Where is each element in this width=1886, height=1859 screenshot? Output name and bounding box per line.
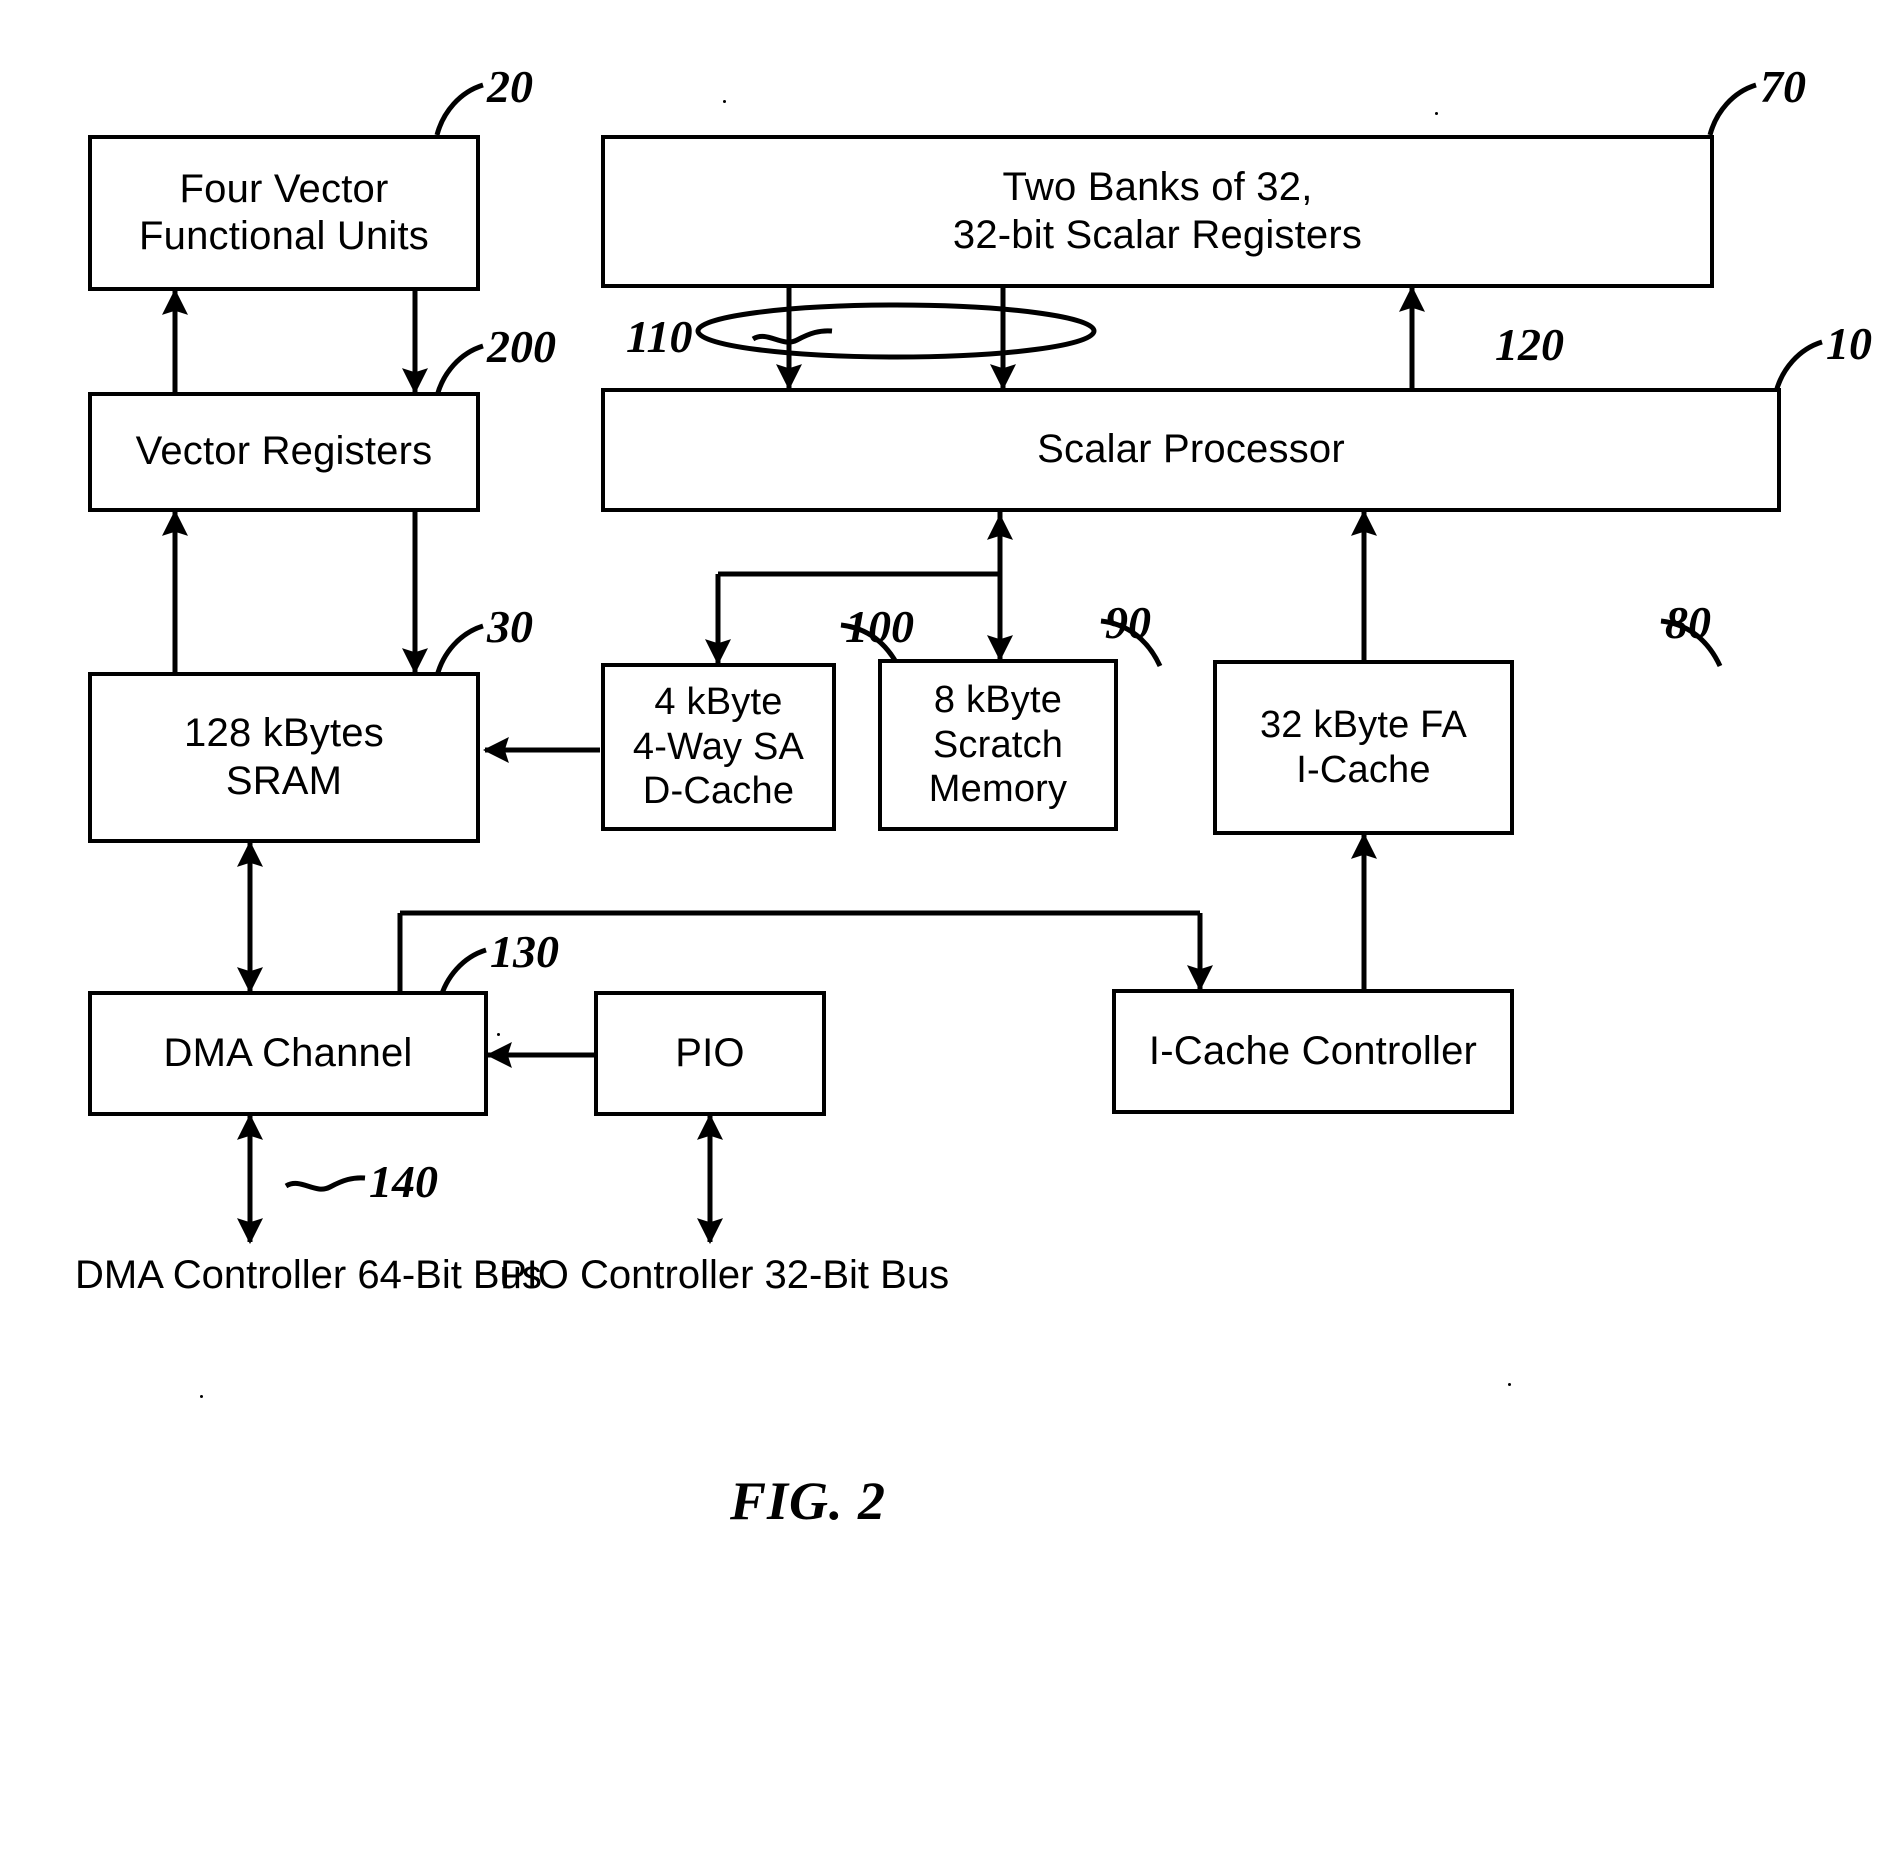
block-label-line: PIO: [675, 1030, 745, 1075]
refnum-80: 80: [1665, 597, 1711, 648]
refnum-20: 20: [487, 61, 533, 112]
leader-70: [1707, 82, 1757, 136]
block-sram: 128 kBytes SRAM: [88, 672, 480, 843]
block-label-line: 8 kByte: [933, 678, 1063, 721]
block-i-cache-controller: I-Cache Controller: [1112, 989, 1514, 1114]
refnum-100: 100: [845, 601, 914, 652]
block-label-line: Four Vector: [179, 166, 389, 211]
block-label-line: 4 kByte: [654, 680, 783, 723]
register-processor-bus-oval: [695, 302, 1097, 360]
block-label-line: I-Cache: [1296, 748, 1431, 791]
figure-canvas: Four Vector Functional Units Two Banks o…: [0, 0, 1886, 1859]
label-pio-controller-bus: PIO Controller 32-Bit Bus: [500, 1252, 949, 1299]
refnum-120: 120: [1495, 319, 1564, 370]
leader-110: [751, 328, 833, 345]
block-label-line: I-Cache Controller: [1148, 1028, 1478, 1073]
refnum-90: 90: [1105, 597, 1151, 648]
block-scratch-memory: 8 kByte Scratch Memory: [878, 659, 1118, 831]
block-label-line: Vector Registers: [135, 429, 433, 474]
scan-speck: [497, 1033, 500, 1036]
external-label-line: 32-Bit Bus: [764, 1253, 950, 1297]
leader-10: [1773, 339, 1823, 393]
scan-speck: [200, 1395, 203, 1398]
block-label-line: 128 kBytes: [184, 711, 384, 756]
block-scalar-register-banks: Two Banks of 32, 32-bit Scalar Registers: [601, 135, 1714, 288]
scan-speck: [1508, 1383, 1511, 1386]
refnum-10: 10: [1826, 318, 1872, 369]
external-label-line: PIO Controller: [500, 1253, 754, 1297]
refnum-200: 200: [487, 321, 556, 372]
scan-speck: [723, 100, 726, 103]
leader-140: [284, 1175, 366, 1192]
block-vector-registers: Vector Registers: [88, 392, 480, 512]
block-vector-functional-units: Four Vector Functional Units: [88, 135, 480, 291]
block-label-line: Scratch: [932, 723, 1064, 766]
block-label-line: 32-bit Scalar Registers: [952, 212, 1363, 257]
refnum-140: 140: [369, 1156, 438, 1207]
external-label-line: DMA Controller: [75, 1253, 347, 1297]
block-pio: PIO: [594, 991, 826, 1116]
figure-label: FIG. 2: [730, 1471, 887, 1531]
block-label-line: DMA Channel: [163, 1030, 413, 1075]
leader-30: [434, 623, 484, 677]
block-d-cache: 4 kByte 4-Way SA D-Cache: [601, 663, 836, 831]
refnum-70: 70: [1760, 61, 1806, 112]
block-label-line: Scalar Processor: [1037, 427, 1345, 472]
block-label-line: Memory: [928, 768, 1068, 811]
refnum-30: 30: [487, 601, 533, 652]
block-dma-channel: DMA Channel: [88, 991, 488, 1116]
block-label-line: Functional Units: [139, 214, 429, 258]
scan-speck: [1435, 112, 1438, 115]
block-i-cache: 32 kByte FA I-Cache: [1213, 660, 1514, 835]
block-label-line: D-Cache: [642, 770, 795, 813]
block-label-line: 32 kByte FA: [1259, 703, 1468, 746]
block-label-line: Two Banks of 32,: [1002, 165, 1313, 210]
block-label-line: 4-Way SA: [632, 725, 805, 768]
leader-200: [434, 343, 484, 397]
refnum-130: 130: [490, 926, 559, 977]
block-scalar-processor: Scalar Processor: [601, 388, 1781, 512]
block-label-line: SRAM: [225, 758, 343, 803]
label-dma-controller-bus: DMA Controller 64-Bit Bus: [75, 1252, 542, 1299]
refnum-110: 110: [626, 311, 693, 362]
leader-20: [434, 82, 484, 136]
